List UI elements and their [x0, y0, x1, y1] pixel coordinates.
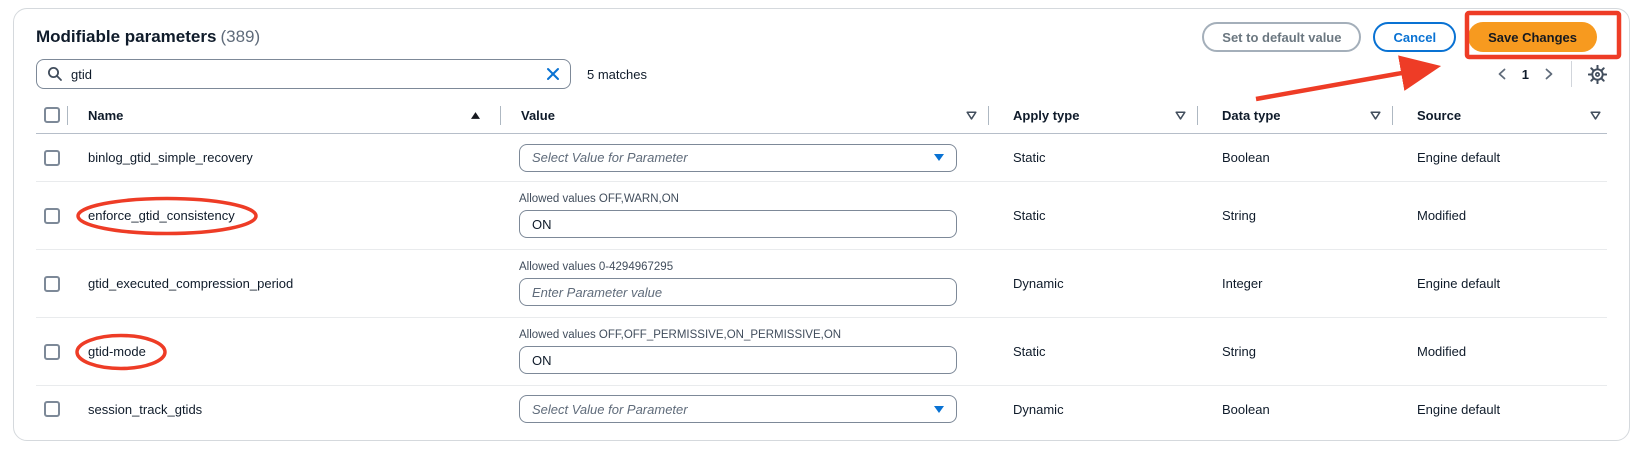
table-row: enforce_gtid_consistency Allowed values …: [36, 182, 1607, 250]
filter-value-icon[interactable]: [966, 111, 977, 120]
apply-type-value: Dynamic: [989, 276, 1198, 291]
column-header-apply-type[interactable]: Apply type: [989, 97, 1198, 133]
panel-header: Modifiable parameters(389) Set to defaul…: [36, 21, 1607, 53]
table-header-row: Name Value Apply type Data type: [36, 97, 1607, 134]
match-count-text: 5 matches: [587, 67, 647, 82]
search-input[interactable]: [71, 67, 546, 82]
save-changes-button[interactable]: Save Changes: [1468, 22, 1597, 52]
value-input[interactable]: [519, 278, 957, 306]
next-page-icon[interactable]: [1543, 67, 1555, 81]
apply-type-value: Static: [989, 208, 1198, 223]
parameter-count: (389): [220, 27, 260, 46]
parameter-name: gtid-mode: [68, 344, 501, 359]
source-value: Modified: [1393, 208, 1607, 223]
page-title: Modifiable parameters(389): [36, 27, 260, 47]
action-buttons: Set to default value Cancel Save Changes: [1202, 22, 1597, 52]
caret-down-icon: [934, 154, 944, 161]
set-to-default-button[interactable]: Set to default value: [1202, 22, 1361, 52]
sort-ascending-icon[interactable]: [470, 111, 481, 120]
value-select[interactable]: Select Value for Parameter: [519, 395, 957, 423]
allowed-values-text: Allowed values OFF,WARN,ON: [519, 193, 957, 205]
data-type-value: String: [1198, 208, 1393, 223]
value-input[interactable]: [519, 210, 957, 238]
allowed-values-text: Allowed values 0-4294967295: [519, 261, 957, 273]
pager-divider: [1571, 61, 1572, 87]
table-row: gtid_executed_compression_period Allowed…: [36, 250, 1607, 318]
row-checkbox[interactable]: [44, 401, 60, 417]
filter-data-type-icon[interactable]: [1370, 111, 1381, 120]
parameters-table: Name Value Apply type Data type: [36, 97, 1607, 432]
apply-type-value: Static: [989, 150, 1198, 165]
row-checkbox[interactable]: [44, 344, 60, 360]
current-page-number[interactable]: 1: [1522, 67, 1529, 82]
data-type-value: Boolean: [1198, 402, 1393, 417]
page-title-text: Modifiable parameters: [36, 27, 216, 46]
column-header-name[interactable]: Name: [68, 97, 501, 133]
caret-down-icon: [934, 406, 944, 413]
source-value: Engine default: [1393, 276, 1607, 291]
row-checkbox[interactable]: [44, 208, 60, 224]
parameter-name: binlog_gtid_simple_recovery: [68, 150, 501, 165]
modifiable-parameters-panel: Modifiable parameters(389) Set to defaul…: [13, 8, 1630, 441]
cancel-button[interactable]: Cancel: [1373, 22, 1456, 52]
filter-row: 5 matches 1: [36, 59, 1607, 89]
row-checkbox[interactable]: [44, 276, 60, 292]
apply-type-value: Dynamic: [989, 402, 1198, 417]
search-icon: [47, 66, 63, 82]
table-settings-gear-icon[interactable]: [1588, 65, 1607, 84]
apply-type-value: Static: [989, 344, 1198, 359]
previous-page-icon[interactable]: [1496, 67, 1508, 81]
source-value: Modified: [1393, 344, 1607, 359]
pagination: 1: [1496, 61, 1607, 87]
parameter-name: session_track_gtids: [68, 402, 501, 417]
clear-search-icon[interactable]: [546, 67, 560, 81]
select-all-cell: [36, 97, 68, 133]
source-value: Engine default: [1393, 150, 1607, 165]
column-header-data-type[interactable]: Data type: [1198, 97, 1393, 133]
row-checkbox[interactable]: [44, 150, 60, 166]
parameter-search-box[interactable]: [36, 59, 571, 89]
table-row: session_track_gtids Select Value for Par…: [36, 386, 1607, 432]
value-select[interactable]: Select Value for Parameter: [519, 144, 957, 172]
filter-apply-type-icon[interactable]: [1175, 111, 1186, 120]
select-all-checkbox[interactable]: [44, 107, 60, 123]
parameter-name: gtid_executed_compression_period: [68, 276, 501, 291]
value-input[interactable]: [519, 346, 957, 374]
parameter-name: enforce_gtid_consistency: [68, 208, 501, 223]
column-header-source[interactable]: Source: [1393, 97, 1607, 133]
column-header-value[interactable]: Value: [501, 97, 989, 133]
data-type-value: String: [1198, 344, 1393, 359]
filter-source-icon[interactable]: [1590, 111, 1601, 120]
allowed-values-text: Allowed values OFF,OFF_PERMISSIVE,ON_PER…: [519, 329, 957, 341]
data-type-value: Boolean: [1198, 150, 1393, 165]
source-value: Engine default: [1393, 402, 1607, 417]
table-row: binlog_gtid_simple_recovery Select Value…: [36, 134, 1607, 182]
table-row: gtid-mode Allowed values OFF,OFF_PERMISS…: [36, 318, 1607, 386]
data-type-value: Integer: [1198, 276, 1393, 291]
